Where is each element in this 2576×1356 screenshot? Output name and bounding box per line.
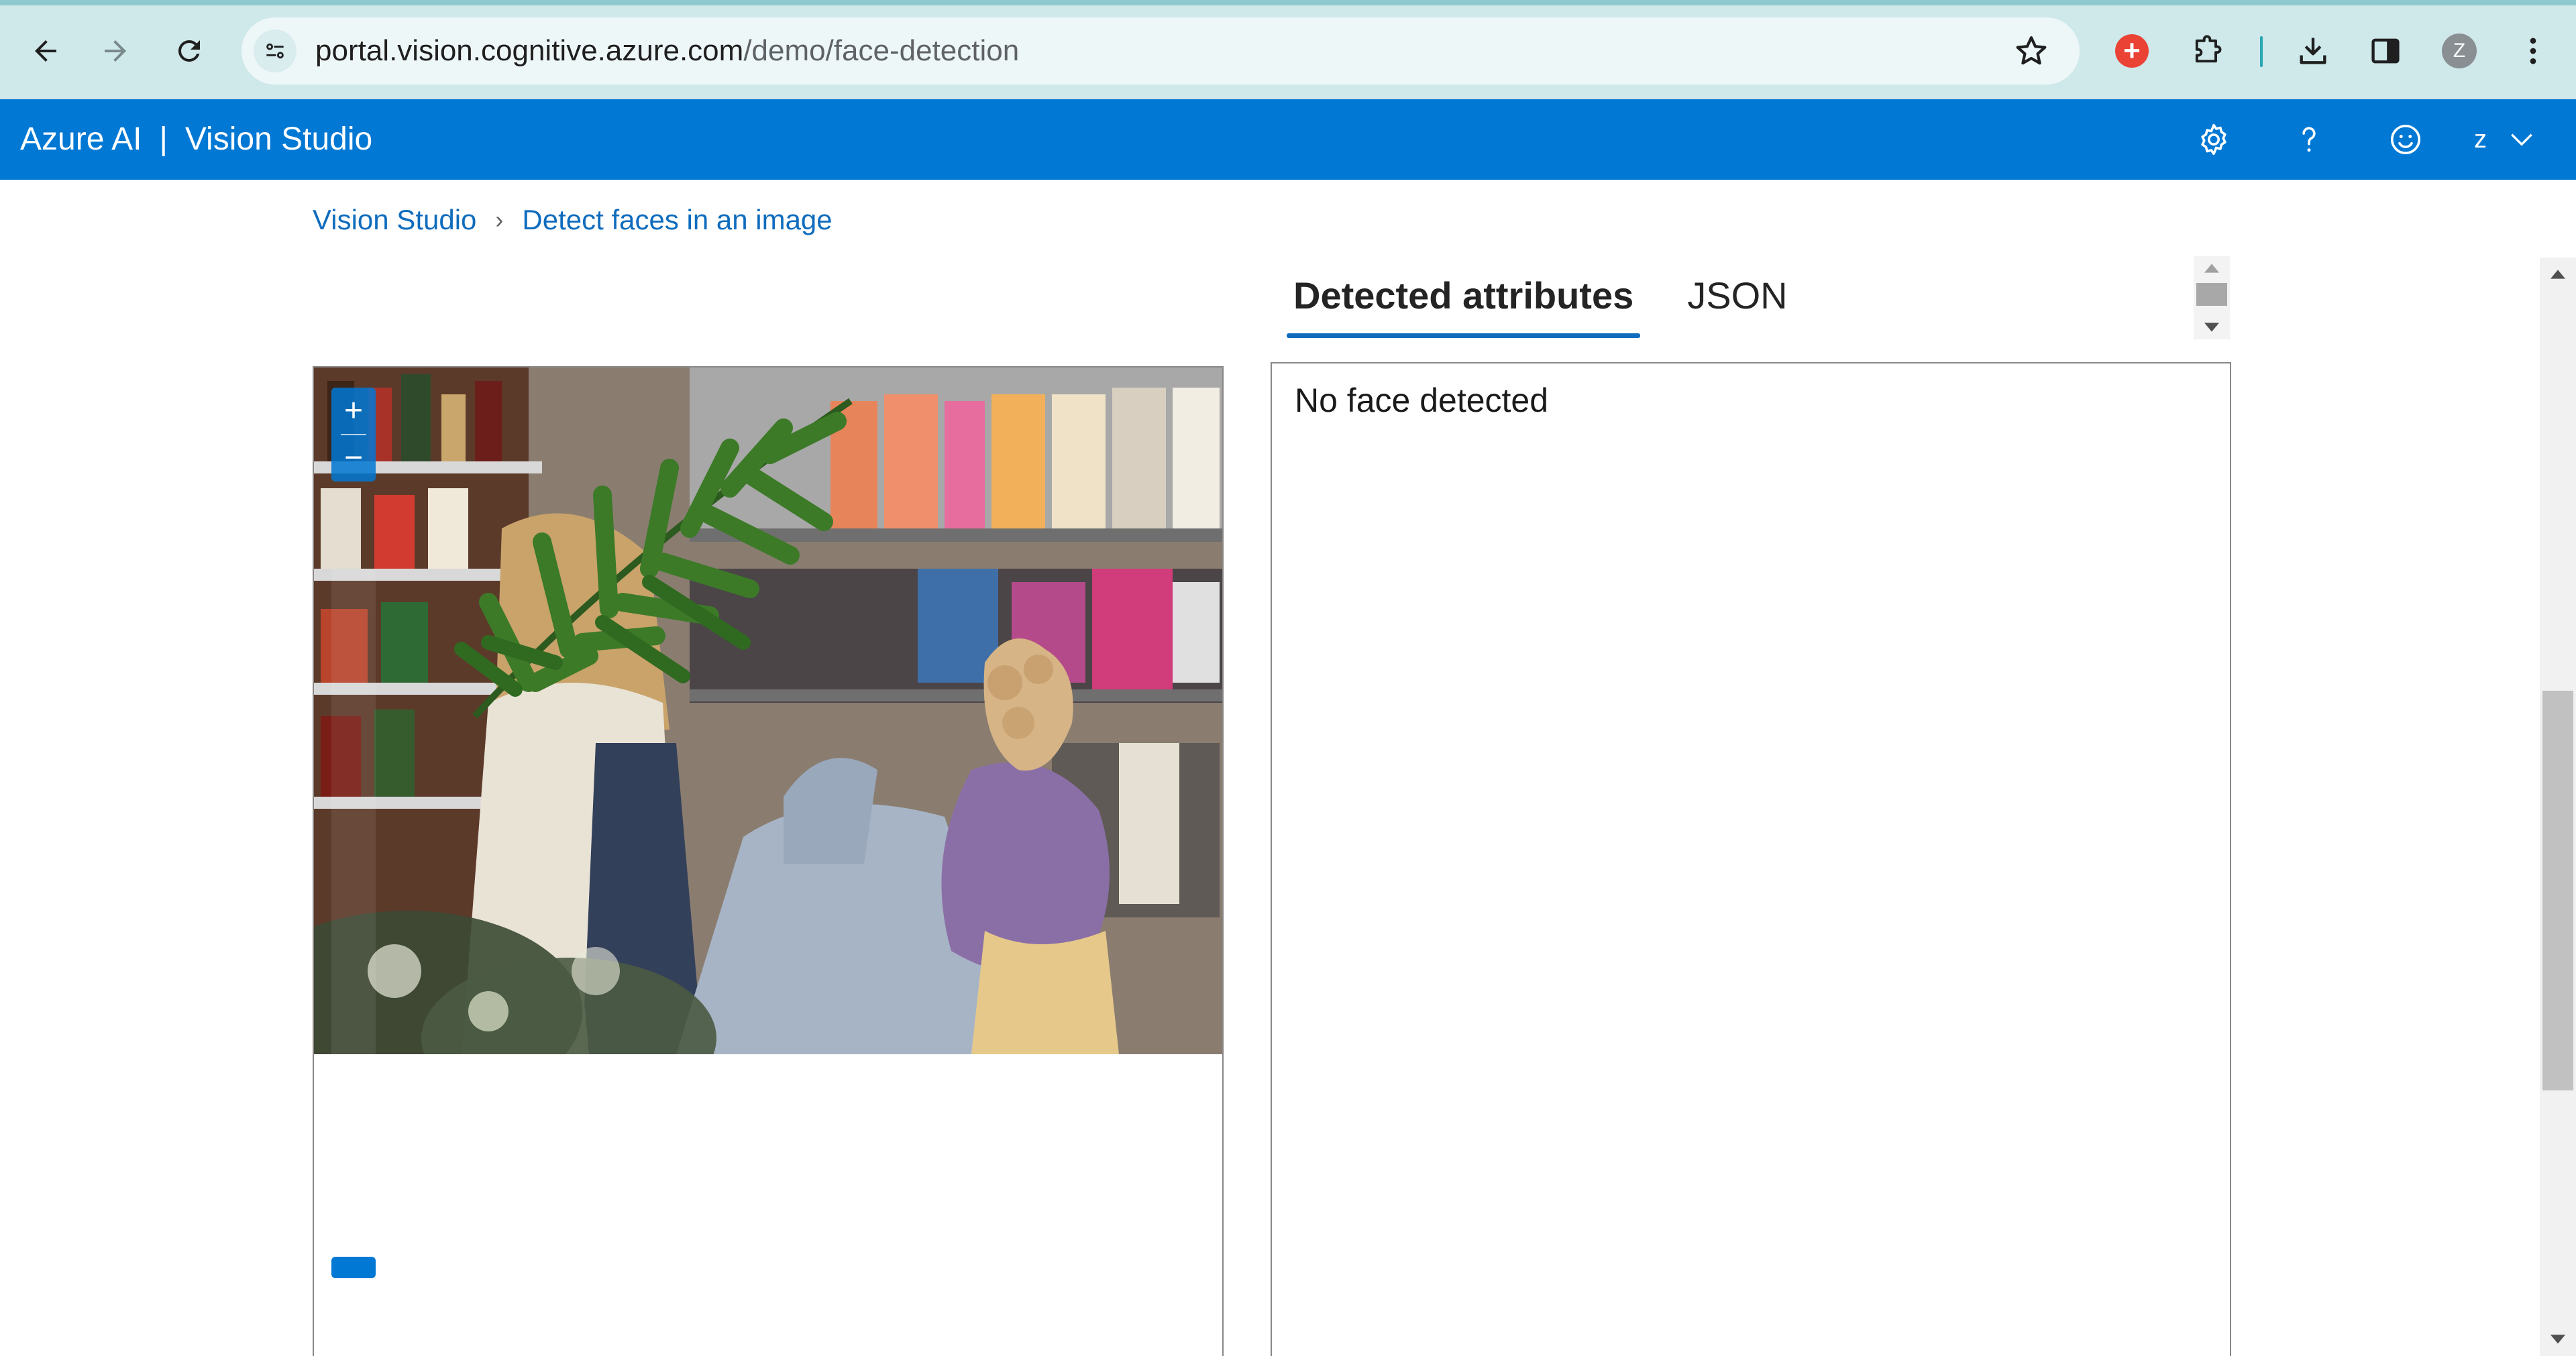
tabs-scrollbar[interactable] xyxy=(2194,256,2230,339)
no-face-message: No face detected xyxy=(1295,382,1549,419)
forward-button[interactable] xyxy=(90,25,141,76)
forward-arrow-icon xyxy=(105,40,126,62)
brand-name: Azure AI xyxy=(20,121,142,157)
url-host: portal.vision.cognitive.azure.com xyxy=(315,34,744,67)
profile-button[interactable]: Z xyxy=(2435,27,2483,75)
side-panel-button[interactable] xyxy=(2361,27,2410,75)
chevron-down-icon xyxy=(2511,133,2532,146)
browser-menu-button[interactable] xyxy=(2509,27,2557,75)
downloads-icon xyxy=(2300,38,2326,64)
tab-strip-edge xyxy=(0,0,2576,5)
tabs-scrollbar-thumb[interactable] xyxy=(2196,283,2227,306)
reload-icon xyxy=(178,40,200,62)
breadcrumb-vision-studio[interactable]: Vision Studio xyxy=(313,204,476,236)
feedback-button[interactable] xyxy=(2383,117,2428,162)
site-info-button[interactable] xyxy=(254,30,297,72)
pan-slider-track xyxy=(331,569,376,1286)
back-arrow-icon xyxy=(35,40,56,62)
back-button[interactable] xyxy=(20,25,71,76)
page-scrollbar[interactable] xyxy=(2540,258,2576,1356)
tab-json[interactable]: JSON xyxy=(1680,267,1794,338)
pan-slider-handle[interactable] xyxy=(331,1257,376,1278)
help-question-icon xyxy=(2302,127,2316,152)
sample-photo xyxy=(314,368,1222,1054)
zoom-controls: + − xyxy=(331,388,376,482)
app-title[interactable]: Azure AI | Vision Studio xyxy=(20,99,372,180)
browser-toolbar: portal.vision.cognitive.azure.com/demo/f… xyxy=(0,0,2576,99)
grocery-scene-image xyxy=(314,368,1222,1054)
side-panel-icon xyxy=(2371,38,2400,64)
extension-button[interactable]: + xyxy=(2108,27,2156,75)
settings-gear-icon xyxy=(2201,123,2226,156)
extensions-menu-button[interactable] xyxy=(2183,27,2231,75)
bookmark-star-icon[interactable] xyxy=(2012,32,2050,70)
profile-avatar: Z xyxy=(2442,34,2477,68)
page-scroll-down-icon[interactable] xyxy=(2540,1322,2576,1356)
app-header: Azure AI | Vision Studio z xyxy=(0,99,2576,180)
reload-button[interactable] xyxy=(164,25,215,76)
puzzle-extensions-icon xyxy=(2195,35,2222,63)
breadcrumb: Vision Studio › Detect faces in an image xyxy=(313,200,833,240)
site-info-icon xyxy=(266,43,284,59)
help-button[interactable] xyxy=(2286,117,2332,162)
feedback-smiley-icon xyxy=(2390,124,2421,155)
url-text[interactable]: portal.vision.cognitive.azure.com/demo/f… xyxy=(315,17,1019,84)
product-name: Vision Studio xyxy=(184,121,373,157)
zoom-in-button[interactable]: + xyxy=(331,388,376,435)
breadcrumb-chevron-icon: › xyxy=(495,206,504,233)
scroll-up-icon[interactable] xyxy=(2194,256,2230,280)
result-tabs: Detected attributes JSON xyxy=(1287,267,1794,338)
tab-detected-attributes[interactable]: Detected attributes xyxy=(1287,267,1641,338)
breadcrumb-detect-faces[interactable]: Detect faces in an image xyxy=(522,204,832,236)
url-path: /demo/face-detection xyxy=(743,34,1020,67)
scroll-down-icon[interactable] xyxy=(2194,315,2230,339)
zoom-divider xyxy=(341,434,366,435)
extension-icon: + xyxy=(2115,34,2149,68)
downloads-button[interactable] xyxy=(2289,27,2337,75)
detected-attributes-panel: No face detected xyxy=(1271,362,2231,1356)
kebab-menu-icon xyxy=(2530,38,2536,64)
zoom-out-button[interactable]: − xyxy=(331,435,376,482)
settings-button[interactable] xyxy=(2191,117,2237,162)
title-separator: | xyxy=(159,121,168,157)
toolbar-divider xyxy=(2260,36,2263,67)
user-account-menu[interactable]: z xyxy=(2474,117,2536,162)
page-scrollbar-thumb[interactable] xyxy=(2542,691,2573,1090)
page-scroll-up-icon[interactable] xyxy=(2540,258,2576,291)
user-initial: z xyxy=(2474,125,2487,154)
address-bar[interactable]: portal.vision.cognitive.azure.com/demo/f… xyxy=(241,17,2080,84)
image-viewer: + − xyxy=(313,366,1224,1356)
